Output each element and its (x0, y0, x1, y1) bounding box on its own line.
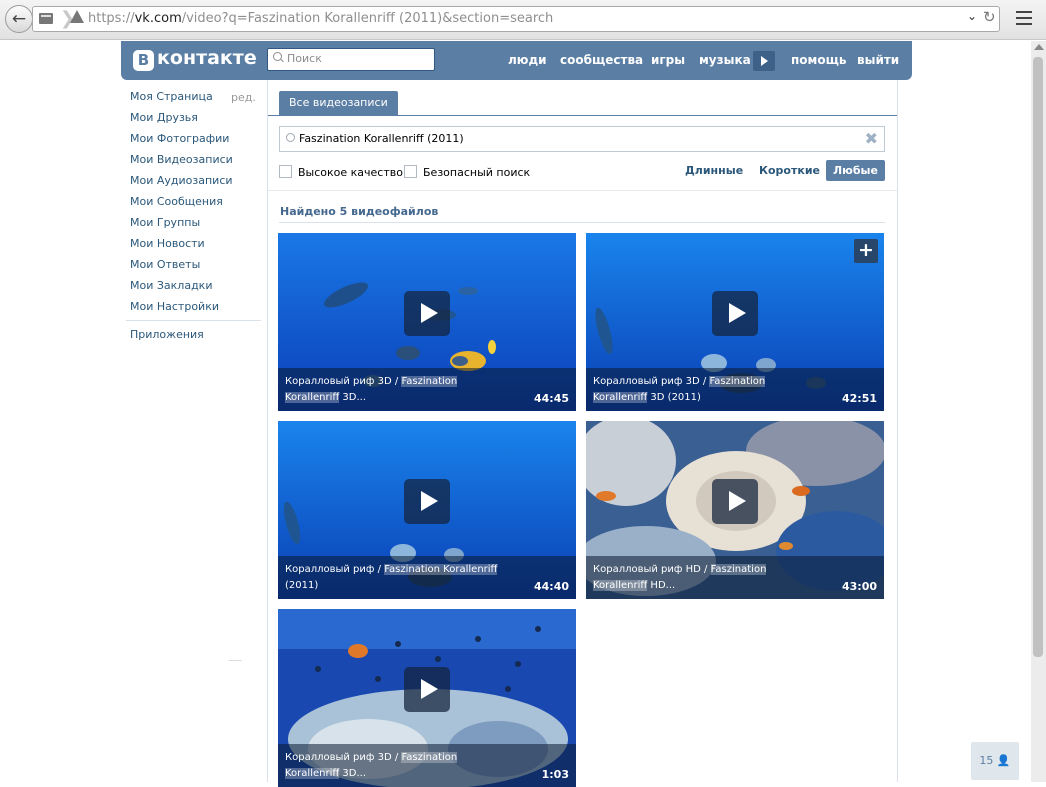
video-duration: 44:45 (533, 392, 569, 405)
video-card[interactable]: Коралловый риф HD / Faszination Korallen… (586, 421, 884, 599)
menu-apps[interactable]: Приложения (130, 328, 204, 341)
scroll-up-icon[interactable] (1034, 44, 1044, 50)
menu-icon[interactable] (1016, 11, 1032, 25)
video-search-input[interactable] (299, 132, 859, 145)
nav-communities[interactable]: сообщества (560, 53, 643, 67)
address-bar[interactable]: ❯ https://vk.com/video?q=Faszination Kor… (32, 6, 1000, 32)
play-icon[interactable] (404, 291, 450, 336)
menu-my-settings[interactable]: Мои Настройки (130, 300, 262, 321)
nav-logout[interactable]: выйти (857, 53, 899, 67)
menu-edit-link[interactable]: ред. (231, 91, 256, 104)
menu-my-videos[interactable]: Мои Видеозаписи (130, 153, 262, 174)
divider (268, 190, 897, 191)
video-title-bar[interactable]: Коралловый риф 3D / Faszination Korallen… (586, 368, 884, 411)
music-play-icon[interactable] (753, 51, 775, 71)
results-count: Найдено 5 видеофайлов (280, 205, 439, 218)
video-title-highlight: Faszination Korallenriff (384, 564, 498, 575)
video-search-field[interactable]: ✖ (279, 126, 885, 152)
clear-search-icon[interactable]: ✖ (865, 130, 878, 148)
video-card[interactable]: + Коралловый риф 3D / Faszination Korall… (586, 233, 884, 411)
page-scrollbar[interactable] (1031, 41, 1046, 782)
nav-music[interactable]: музыка (699, 53, 751, 67)
video-title-suffix: HD... (647, 580, 676, 591)
user-icon: 👤 (996, 754, 1011, 767)
site-header: В контакте люди сообщества игры музыка п… (121, 41, 912, 80)
chevron-down-icon[interactable]: ⌄ (967, 9, 977, 23)
back-button[interactable]: ← (5, 5, 33, 33)
browser-toolbar: ← ❯ https://vk.com/video?q=Faszination K… (0, 0, 1046, 40)
play-icon[interactable] (712, 479, 758, 524)
nav-games[interactable]: игры (651, 53, 685, 67)
filter-short[interactable]: Короткие (759, 164, 820, 177)
safe-search-checkbox[interactable] (404, 165, 417, 178)
header-search-input[interactable] (287, 52, 427, 65)
hd-checkbox[interactable] (279, 165, 292, 178)
video-duration: 1:03 (541, 768, 569, 781)
url-prefix: https:// (88, 11, 135, 26)
play-icon[interactable] (712, 291, 758, 336)
left-menu: Моя Страница ред. Мои Друзья Мои Фотогра… (126, 90, 262, 341)
video-title-prefix: Коралловый риф 3D / (593, 376, 710, 387)
nav-help[interactable]: помощь (791, 53, 846, 67)
url-path: /video?q=Faszination Korallenriff (2011)… (181, 11, 554, 26)
add-video-button[interactable]: + (854, 239, 878, 263)
url-text[interactable]: https://vk.com/video?q=Faszination Koral… (88, 11, 553, 26)
divider (229, 660, 242, 661)
hd-checkbox-label[interactable]: Высокое качество (298, 166, 403, 179)
menu-my-audio[interactable]: Мои Аудиозаписи (130, 174, 262, 195)
warning-icon[interactable] (70, 10, 84, 23)
video-title-prefix: Коралловый риф 3D / (285, 752, 402, 763)
menu-my-answers[interactable]: Мои Ответы (130, 258, 262, 279)
menu-my-friends[interactable]: Мои Друзья (130, 111, 262, 132)
nav-people[interactable]: люди (508, 53, 547, 67)
tabs-icon[interactable] (39, 13, 53, 24)
video-search-panel: Все видеозаписи ✖ Высокое качество Безоп… (267, 80, 898, 787)
video-title-bar[interactable]: Коралловый риф / Faszination Korallenrif… (278, 556, 576, 599)
video-title-prefix: Коралловый риф HD / (593, 564, 711, 575)
search-icon (286, 133, 295, 142)
menu-my-messages[interactable]: Мои Сообщения (130, 195, 262, 216)
online-count: 15 (979, 754, 994, 767)
filter-any[interactable]: Любые (826, 160, 885, 181)
divider (279, 222, 885, 223)
video-duration: 42:51 (841, 392, 877, 405)
online-friends-counter[interactable]: 15 👤 (971, 742, 1019, 780)
video-card[interactable]: Коралловый риф / Faszination Korallenrif… (278, 421, 576, 599)
video-title-bar[interactable]: Коралловый риф 3D / Faszination Korallen… (278, 368, 576, 411)
menu-divider (126, 320, 261, 321)
url-domain: vk.com (134, 11, 182, 26)
video-title-suffix: 3D (2011) (647, 392, 701, 403)
scroll-thumb[interactable] (1033, 57, 1043, 657)
safe-search-checkbox-label[interactable]: Безопасный поиск (423, 166, 530, 179)
tab-underline (268, 115, 897, 116)
tab-all-videos[interactable]: Все видеозаписи (279, 91, 398, 115)
menu-my-bookmarks[interactable]: Мои Закладки (130, 279, 262, 300)
search-icon (273, 52, 282, 61)
video-title-suffix: 3D... (339, 768, 367, 779)
video-title-bar[interactable]: Коралловый риф HD / Faszination Korallen… (586, 556, 884, 599)
header-search[interactable] (267, 48, 435, 71)
filter-long[interactable]: Длинные (685, 164, 743, 177)
video-duration: 44:40 (533, 580, 569, 593)
video-card[interactable]: Коралловый риф 3D / Faszination Korallen… (278, 609, 576, 787)
logo-icon[interactable]: В (133, 50, 154, 71)
logo-text[interactable]: контакте (157, 47, 257, 69)
video-title-suffix: 3D... (339, 392, 367, 403)
video-card[interactable]: Коралловый риф 3D / Faszination Korallen… (278, 233, 576, 411)
menu-my-photos[interactable]: Мои Фотографии (130, 132, 262, 153)
video-duration: 43:00 (841, 580, 877, 593)
video-title-suffix: (2011) (285, 580, 319, 591)
reload-icon[interactable]: ↻ (983, 8, 996, 26)
menu-my-news[interactable]: Мои Новости (130, 237, 262, 258)
video-title-prefix: Коралловый риф 3D / (285, 376, 402, 387)
play-icon[interactable] (404, 479, 450, 524)
back-arrow-icon: ← (11, 9, 27, 29)
video-title-bar[interactable]: Коралловый риф 3D / Faszination Korallen… (278, 744, 576, 787)
video-title-prefix: Коралловый риф / (285, 564, 385, 575)
play-icon[interactable] (404, 667, 450, 712)
menu-my-groups[interactable]: Мои Группы (130, 216, 262, 237)
